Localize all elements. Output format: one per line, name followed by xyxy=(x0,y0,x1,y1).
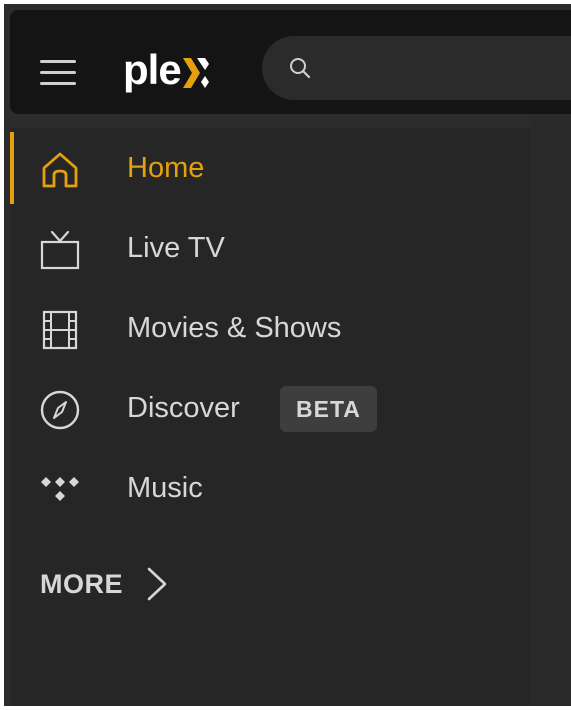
sidebar-item-label: Live TV xyxy=(127,232,225,264)
compass-icon xyxy=(40,390,80,430)
sidebar-item-home[interactable]: Home xyxy=(10,128,530,208)
sidebar-item-live-tv[interactable]: Live TV xyxy=(10,208,530,288)
home-icon xyxy=(42,152,78,188)
app-window: ple Home Live TV Movies & Shows Discover… xyxy=(4,4,571,706)
more-label: MORE xyxy=(40,568,123,599)
search-bar[interactable] xyxy=(262,36,571,100)
sidebar: Home Live TV Movies & Shows Discover BET… xyxy=(10,128,530,706)
logo-x-mark xyxy=(182,58,209,88)
tv-icon xyxy=(40,230,80,270)
hamburger-menu-icon[interactable] xyxy=(40,60,76,86)
plex-logo[interactable]: ple xyxy=(123,48,209,92)
sidebar-item-label: Home xyxy=(127,152,205,184)
sidebar-item-movies-shows[interactable]: Movies & Shows xyxy=(10,288,530,368)
search-icon xyxy=(290,58,311,79)
beta-badge: BETA xyxy=(280,386,377,432)
sidebar-item-label: Discover xyxy=(127,392,240,424)
active-indicator xyxy=(10,132,14,204)
sidebar-item-music[interactable]: Music xyxy=(10,448,530,528)
main-content-area xyxy=(530,114,571,706)
more-button[interactable]: MORE xyxy=(40,562,169,606)
sidebar-item-discover[interactable]: Discover BETA xyxy=(10,368,530,448)
chevron-right-icon xyxy=(147,567,167,601)
top-bar: ple xyxy=(10,10,571,114)
logo-text: ple xyxy=(123,46,182,93)
sidebar-item-label: Movies & Shows xyxy=(127,312,342,344)
search-input[interactable] xyxy=(322,50,566,88)
music-icon xyxy=(41,477,79,501)
film-icon xyxy=(42,310,78,350)
sidebar-item-label: Music xyxy=(127,472,203,504)
